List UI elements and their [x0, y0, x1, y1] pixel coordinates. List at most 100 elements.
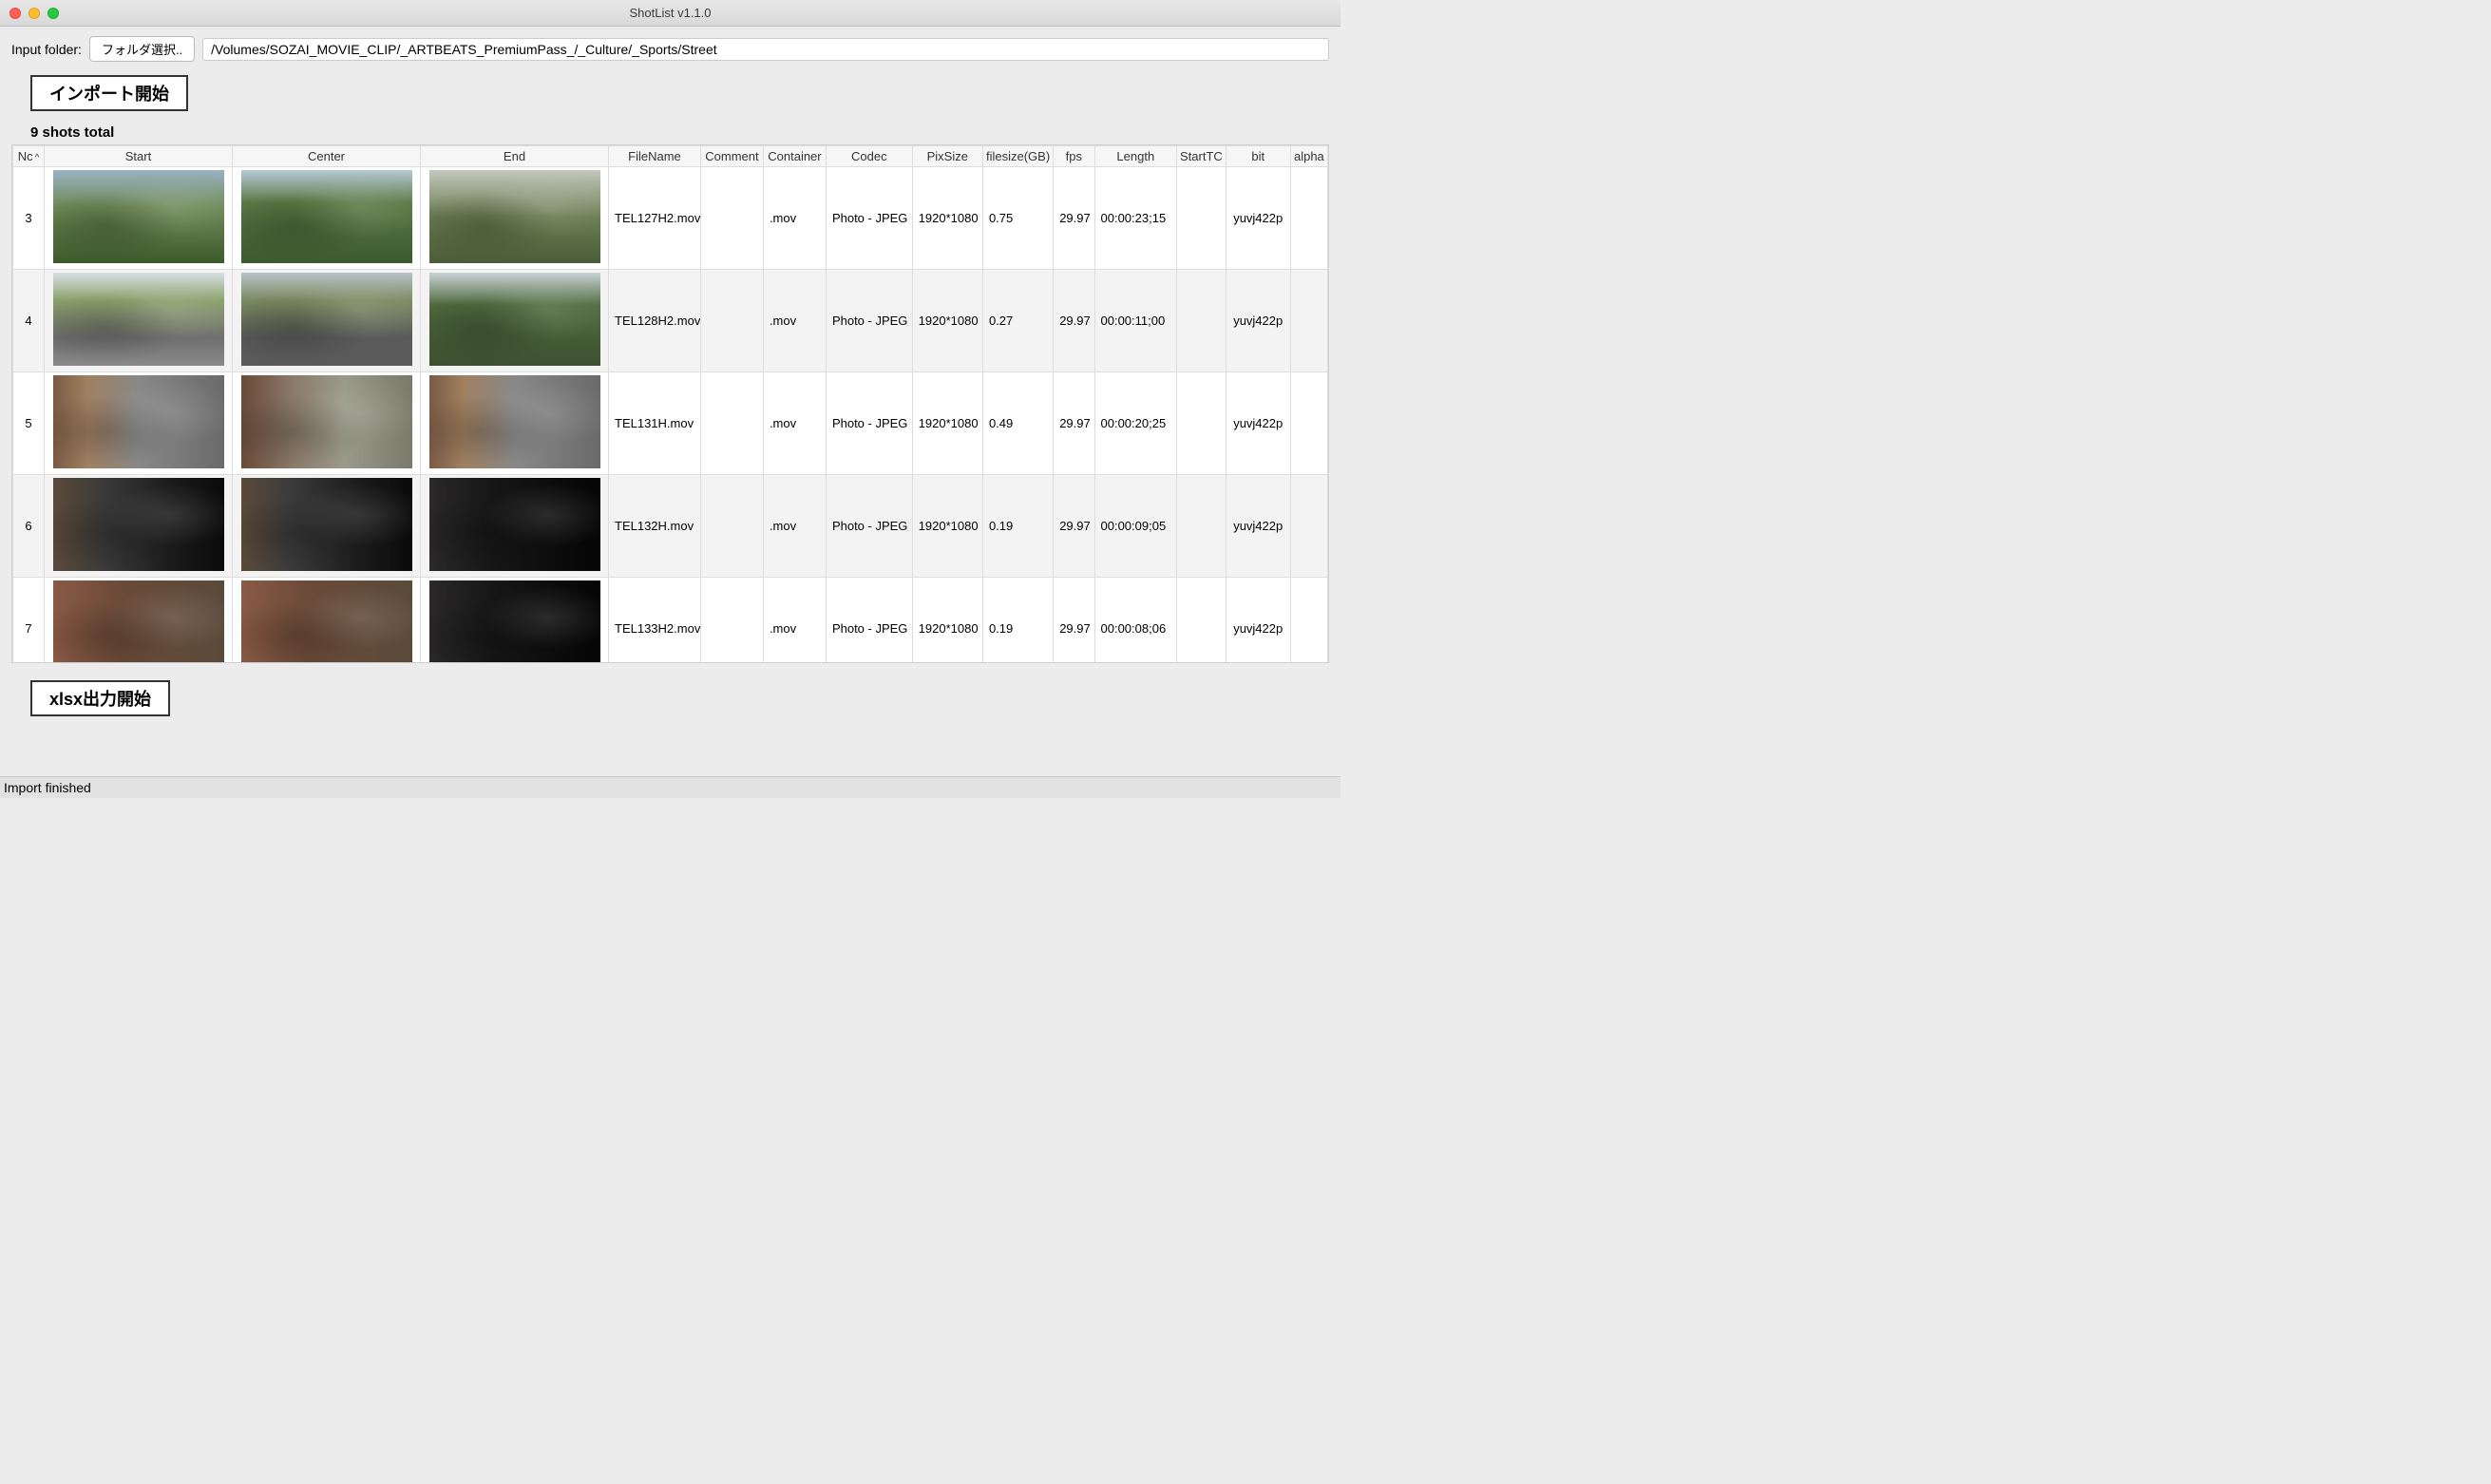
toolbar: Input folder: フォルダ選択.. [0, 27, 1341, 66]
thumbnail-start[interactable] [53, 580, 224, 663]
thumbnail-start[interactable] [53, 375, 224, 468]
cell-starttc [1177, 167, 1226, 270]
cell-codec: Photo - JPEG [826, 167, 912, 270]
col-filename[interactable]: FileName [609, 146, 701, 167]
cell-no: 3 [13, 167, 45, 270]
cell-filename: TEL128H2.mov [609, 270, 701, 372]
cell-filename: TEL127H2.mov [609, 167, 701, 270]
cell-fps: 29.97 [1054, 167, 1094, 270]
cell-codec: Photo - JPEG [826, 578, 912, 664]
col-fps[interactable]: fps [1054, 146, 1094, 167]
cell-length: 00:00:20;25 [1094, 372, 1177, 475]
cell-fps: 29.97 [1054, 475, 1094, 578]
cell-starttc [1177, 475, 1226, 578]
col-start[interactable]: Start [45, 146, 233, 167]
cell-filesize: 0.19 [982, 578, 1053, 664]
cell-thumb-start [45, 372, 233, 475]
thumbnail-end[interactable] [429, 580, 600, 663]
cell-filesize: 0.75 [982, 167, 1053, 270]
table-row[interactable]: 7TEL133H2.mov.movPhoto - JPEG1920*10800.… [13, 578, 1328, 664]
cell-thumb-center [233, 372, 421, 475]
col-center[interactable]: Center [233, 146, 421, 167]
cell-pixsize: 1920*1080 [912, 372, 982, 475]
cell-no: 6 [13, 475, 45, 578]
col-container[interactable]: Container [763, 146, 826, 167]
cell-thumb-center [233, 270, 421, 372]
cell-pixsize: 1920*1080 [912, 270, 982, 372]
cell-thumb-center [233, 578, 421, 664]
thumbnail-center[interactable] [241, 478, 412, 571]
thumbnail-center[interactable] [241, 580, 412, 663]
cell-thumb-end [421, 167, 609, 270]
cell-bit: yuvj422p [1226, 372, 1290, 475]
table-row[interactable]: 5TEL131H.mov.movPhoto - JPEG1920*10800.4… [13, 372, 1328, 475]
cell-fps: 29.97 [1054, 270, 1094, 372]
input-folder-label: Input folder: [11, 42, 82, 57]
thumbnail-center[interactable] [241, 375, 412, 468]
col-no[interactable]: Nc^ [13, 146, 45, 167]
cell-filename: TEL131H.mov [609, 372, 701, 475]
thumbnail-start[interactable] [53, 478, 224, 571]
thumbnail-end[interactable] [429, 273, 600, 366]
cell-thumb-start [45, 475, 233, 578]
cell-container: .mov [763, 372, 826, 475]
cell-thumb-end [421, 475, 609, 578]
cell-alpha [1290, 475, 1327, 578]
cell-comment [700, 475, 763, 578]
table-header-row: Nc^ Start Center End FileName Comment Co… [13, 146, 1328, 167]
cell-comment [700, 270, 763, 372]
cell-container: .mov [763, 578, 826, 664]
cell-container: .mov [763, 270, 826, 372]
cell-thumb-end [421, 270, 609, 372]
col-alpha[interactable]: alpha [1290, 146, 1327, 167]
cell-fps: 29.97 [1054, 372, 1094, 475]
thumbnail-end[interactable] [429, 478, 600, 571]
cell-bit: yuvj422p [1226, 167, 1290, 270]
cell-bit: yuvj422p [1226, 475, 1290, 578]
thumbnail-center[interactable] [241, 273, 412, 366]
col-filesize[interactable]: filesize(GB) [982, 146, 1053, 167]
shot-count: 9 shots total [30, 124, 1341, 141]
cell-no: 4 [13, 270, 45, 372]
cell-thumb-start [45, 167, 233, 270]
cell-filename: TEL133H2.mov [609, 578, 701, 664]
cell-pixsize: 1920*1080 [912, 475, 982, 578]
table-row[interactable]: 4TEL128H2.mov.movPhoto - JPEG1920*10800.… [13, 270, 1328, 372]
xlsx-export-button[interactable]: xlsx出力開始 [30, 680, 170, 716]
thumbnail-center[interactable] [241, 170, 412, 263]
col-comment[interactable]: Comment [700, 146, 763, 167]
cell-length: 00:00:11;00 [1094, 270, 1177, 372]
import-start-button[interactable]: インポート開始 [30, 75, 188, 111]
col-end[interactable]: End [421, 146, 609, 167]
table-row[interactable]: 3TEL127H2.mov.movPhoto - JPEG1920*10800.… [13, 167, 1328, 270]
col-starttc[interactable]: StartTC [1177, 146, 1226, 167]
cell-thumb-start [45, 270, 233, 372]
cell-filename: TEL132H.mov [609, 475, 701, 578]
thumbnail-start[interactable] [53, 273, 224, 366]
folder-path-input[interactable] [202, 38, 1329, 61]
cell-fps: 29.97 [1054, 578, 1094, 664]
col-length[interactable]: Length [1094, 146, 1177, 167]
shots-table[interactable]: Nc^ Start Center End FileName Comment Co… [12, 145, 1328, 663]
col-bit[interactable]: bit [1226, 146, 1290, 167]
cell-starttc [1177, 578, 1226, 664]
col-codec[interactable]: Codec [826, 146, 912, 167]
cell-no: 7 [13, 578, 45, 664]
cell-filesize: 0.19 [982, 475, 1053, 578]
cell-codec: Photo - JPEG [826, 372, 912, 475]
cell-starttc [1177, 270, 1226, 372]
cell-length: 00:00:09;05 [1094, 475, 1177, 578]
cell-thumb-start [45, 578, 233, 664]
browse-folder-button[interactable]: フォルダ選択.. [89, 36, 195, 62]
table-row[interactable]: 6TEL132H.mov.movPhoto - JPEG1920*10800.1… [13, 475, 1328, 578]
cell-codec: Photo - JPEG [826, 475, 912, 578]
cell-thumb-end [421, 578, 609, 664]
shots-table-wrap: Nc^ Start Center End FileName Comment Co… [11, 144, 1329, 663]
thumbnail-start[interactable] [53, 170, 224, 263]
thumbnail-end[interactable] [429, 375, 600, 468]
col-pixsize[interactable]: PixSize [912, 146, 982, 167]
cell-thumb-end [421, 372, 609, 475]
cell-bit: yuvj422p [1226, 578, 1290, 664]
thumbnail-end[interactable] [429, 170, 600, 263]
cell-alpha [1290, 578, 1327, 664]
